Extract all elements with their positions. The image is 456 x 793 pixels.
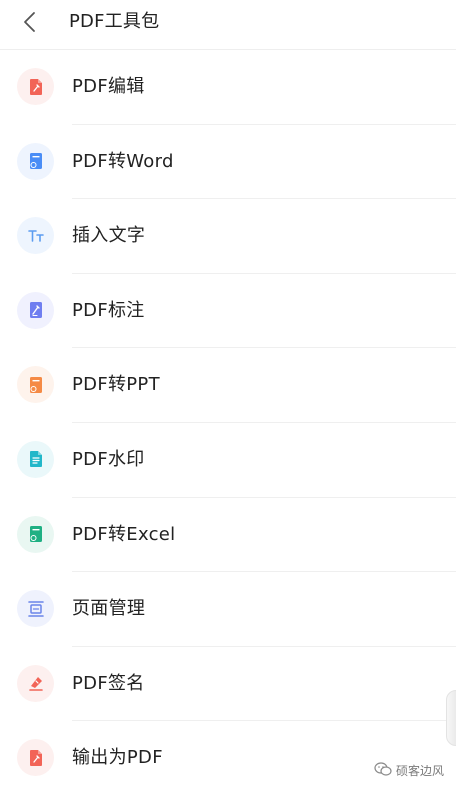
tool-item-pdf-edit[interactable]: PDF编辑 xyxy=(0,50,456,125)
tool-item-pdf-annotate[interactable]: PDF标注 xyxy=(0,274,456,349)
pdf-edit-icon xyxy=(17,68,54,105)
source-watermark: 硕客边风 xyxy=(374,762,444,779)
chevron-left-icon xyxy=(22,11,38,37)
tool-label: PDF标注 xyxy=(72,299,145,321)
pdf-to-excel-icon xyxy=(17,515,54,553)
tool-label: 插入文字 xyxy=(72,225,146,247)
tool-label: 输出为PDF xyxy=(72,747,163,769)
tool-item-export-pdf[interactable]: 输出为PDF xyxy=(0,721,456,793)
export-pdf-icon xyxy=(17,739,54,777)
tool-list: PDF编辑 PDF转Word 插入文字 PDF标注 PDF转PPT PDF水印 … xyxy=(0,50,456,793)
text-tt-icon xyxy=(17,217,54,255)
pdf-to-ppt-icon xyxy=(17,366,54,404)
pdf-watermark-icon xyxy=(17,440,54,478)
tool-label: 页面管理 xyxy=(72,598,146,620)
watermark-text: 硕客边风 xyxy=(395,764,444,778)
tool-label: PDF转Word xyxy=(72,150,174,172)
tool-label: PDF签名 xyxy=(72,672,145,694)
edge-floating-handle[interactable] xyxy=(446,690,456,746)
tool-label: PDF水印 xyxy=(72,448,145,470)
pdf-to-word-icon xyxy=(17,142,54,180)
tool-label: PDF转Excel xyxy=(72,523,176,545)
pdf-toolkit-screen: PDF工具包 PDF编辑 PDF转Word 插入文字 PDF标注 PDF转PPT… xyxy=(0,0,456,793)
tool-label: PDF转PPT xyxy=(72,374,160,396)
pdf-annotate-icon xyxy=(17,291,54,329)
tool-label: PDF编辑 xyxy=(72,76,145,97)
tool-item-insert-text[interactable]: 插入文字 xyxy=(0,199,456,274)
pen-sign-icon xyxy=(17,664,54,702)
tool-item-pdf-to-word[interactable]: PDF转Word xyxy=(0,125,456,200)
tool-item-pdf-to-ppt[interactable]: PDF转PPT xyxy=(0,348,456,423)
back-button[interactable] xyxy=(14,8,46,40)
tool-item-pdf-watermark[interactable]: PDF水印 xyxy=(0,423,456,498)
page-title: PDF工具包 xyxy=(69,11,160,32)
page-manage-icon xyxy=(17,590,54,628)
tool-item-pdf-to-excel[interactable]: PDF转Excel xyxy=(0,498,456,573)
top-app-bar: PDF工具包 xyxy=(0,0,456,50)
tool-item-page-manage[interactable]: 页面管理 xyxy=(0,572,456,647)
wechat-icon xyxy=(374,762,392,779)
tool-item-pdf-sign[interactable]: PDF签名 xyxy=(0,647,456,722)
